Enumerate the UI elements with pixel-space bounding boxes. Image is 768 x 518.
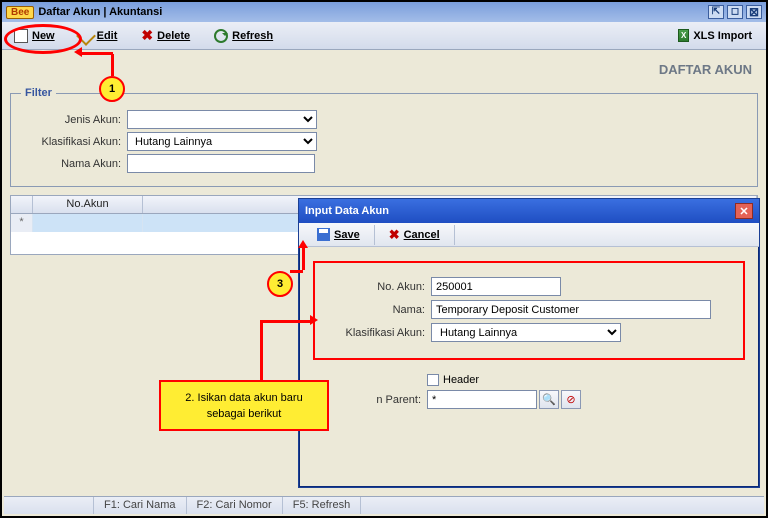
save-icon [317, 228, 330, 241]
header-checkbox[interactable] [427, 374, 439, 386]
status-f1: F1: Cari Nama [94, 497, 187, 514]
no-akun-input[interactable] [431, 277, 561, 296]
annotation-arrowhead [310, 315, 318, 325]
annotation-line [302, 246, 305, 270]
refresh-icon [214, 29, 228, 43]
annotation-line [290, 270, 303, 273]
annotation-yellowbox-2: 2. Isikan data akun baru sebagai berikut [159, 380, 329, 431]
input-data-akun-dialog: Input Data Akun ✕ Save ✖ Cancel No. Akun… [298, 198, 760, 488]
dialog-toolbar: Save ✖ Cancel [299, 223, 759, 247]
dialog-title: Input Data Akun [305, 205, 389, 217]
xls-icon: X [678, 29, 689, 42]
detach-icon[interactable]: ⇱ [708, 5, 724, 19]
jenis-akun-label: Jenis Akun: [21, 114, 121, 126]
annotation-redbox-fields: No. Akun: Nama: Klasifikasi Akun: Hutang… [313, 261, 745, 360]
maximize-icon[interactable]: ◻ [727, 5, 743, 19]
annotation-arrowhead [298, 240, 308, 248]
edit-icon [76, 26, 96, 46]
parent-clear-button[interactable]: ⊘ [561, 390, 581, 409]
nama-label: Nama: [325, 304, 425, 316]
filter-legend: Filter [21, 87, 56, 99]
app-logo: Bee [6, 6, 34, 19]
header-checkbox-label: Header [443, 374, 479, 386]
parent-search-button[interactable]: 🔍 [539, 390, 559, 409]
search-icon: 🔍 [542, 393, 556, 406]
delete-icon: ✖ [141, 27, 153, 44]
dialog-titlebar[interactable]: Input Data Akun ✕ [299, 199, 759, 223]
main-toolbar: New Edit ✖ Delete Refresh X XLS Import [2, 22, 766, 50]
refresh-button[interactable]: Refresh [208, 27, 279, 45]
klasifikasi-label: Klasifikasi Akun: [325, 327, 425, 339]
klasifikasi-akun-label: Klasifikasi Akun: [21, 136, 121, 148]
annotation-arrowhead [74, 47, 82, 57]
annotation-line [80, 52, 113, 55]
annotation-circle-1: 1 [99, 76, 125, 102]
xls-import-button[interactable]: X XLS Import [672, 27, 758, 44]
clear-icon: ⊘ [566, 393, 575, 406]
col-no-akun[interactable]: No.Akun [33, 196, 143, 213]
nama-input[interactable] [431, 300, 711, 319]
nama-akun-label: Nama Akun: [21, 158, 121, 170]
close-icon[interactable]: ⊠ [746, 5, 762, 19]
cell-no-akun[interactable] [33, 214, 143, 232]
status-f5: F5: Refresh [283, 497, 361, 514]
edit-button[interactable]: Edit [73, 27, 124, 45]
window-title: Daftar Akun | Akuntansi [38, 6, 162, 18]
row-header-spacer [11, 196, 33, 213]
row-marker: * [11, 214, 33, 232]
window-titlebar: Bee Daftar Akun | Akuntansi ⇱ ◻ ⊠ [2, 2, 766, 22]
status-f2: F2: Cari Nomor [187, 497, 283, 514]
annotation-circle-3: 3 [267, 271, 293, 297]
new-icon [14, 29, 28, 43]
filter-panel: Filter Jenis Akun: Klasifikasi Akun: Hut… [10, 87, 758, 187]
cancel-icon: ✖ [389, 227, 400, 243]
parent-input[interactable] [427, 390, 537, 409]
jenis-akun-select[interactable] [127, 110, 317, 129]
save-button[interactable]: Save [303, 225, 375, 245]
status-empty [4, 497, 94, 514]
klasifikasi-akun-select[interactable]: Hutang Lainnya [127, 132, 317, 151]
annotation-line [260, 320, 263, 382]
delete-button[interactable]: ✖ Delete [135, 25, 196, 46]
annotation-line [111, 54, 114, 76]
statusbar: F1: Cari Nama F2: Cari Nomor F5: Refresh [4, 496, 764, 514]
klasifikasi-select[interactable]: Hutang Lainnya [431, 323, 621, 342]
dialog-close-icon[interactable]: ✕ [735, 203, 753, 219]
cancel-button[interactable]: ✖ Cancel [375, 225, 455, 245]
annotation-line [260, 320, 312, 323]
nama-akun-input[interactable] [127, 154, 315, 173]
new-button[interactable]: New [8, 27, 61, 45]
parent-label: n Parent: [321, 394, 421, 406]
no-akun-label: No. Akun: [325, 281, 425, 293]
